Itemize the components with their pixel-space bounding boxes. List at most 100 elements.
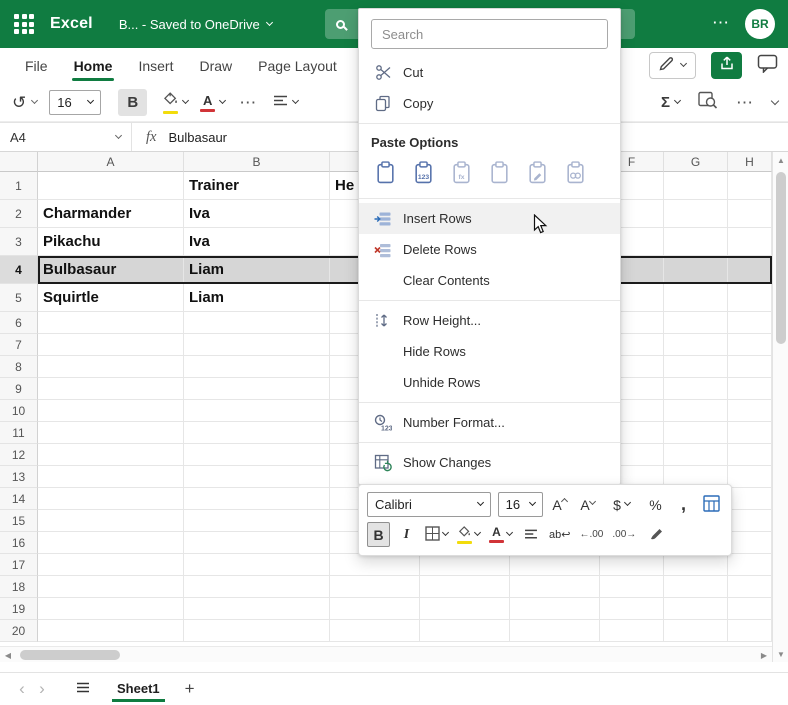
cell-A18[interactable] [38,576,184,598]
tab-draw[interactable]: Draw [186,48,245,84]
cell-G11[interactable] [664,422,728,444]
cell-H13[interactable] [728,466,772,488]
prev-sheet-icon[interactable]: ‹ [12,679,32,699]
cell-G19[interactable] [664,598,728,620]
menu-search-input[interactable] [371,19,608,49]
cell-D18[interactable] [420,576,510,598]
horizontal-scroll-thumb[interactable] [20,650,120,660]
cell-C17[interactable] [330,554,420,576]
cell-G9[interactable] [664,378,728,400]
mini-align-button[interactable] [519,522,542,547]
row-header-9[interactable]: 9 [0,378,38,400]
cell-H4[interactable] [728,256,772,284]
cell-H16[interactable] [728,532,772,554]
cell-G5[interactable] [664,284,728,312]
cell-B20[interactable] [184,620,330,642]
font-size-select[interactable]: 16 [49,90,101,115]
cell-A6[interactable] [38,312,184,334]
row-header-14[interactable]: 14 [0,488,38,510]
cell-A15[interactable] [38,510,184,532]
document-title[interactable]: B... - Saved to OneDrive [119,17,272,32]
paste-link-icon[interactable] [561,158,590,187]
menu-item-row-height[interactable]: Row Height... [359,305,620,336]
menu-item-number-format[interactable]: 123Number Format... [359,407,620,438]
mini-italic-button[interactable]: I [395,522,418,547]
cell-H15[interactable] [728,510,772,532]
cell-H7[interactable] [728,334,772,356]
cell-G7[interactable] [664,334,728,356]
formula-input[interactable]: Bulbasaur [168,130,227,145]
tab-file[interactable]: File [12,48,61,84]
avatar[interactable]: BR [745,9,775,39]
cell-B13[interactable] [184,466,330,488]
cell-B2[interactable]: Iva [184,200,330,228]
cell-H5[interactable] [728,284,772,312]
all-sheets-button[interactable] [76,680,90,698]
cell-A17[interactable] [38,554,184,576]
next-sheet-icon[interactable]: › [32,679,52,699]
cell-H1[interactable] [728,172,772,200]
app-launcher-icon[interactable] [14,14,34,34]
row-header-4[interactable]: 4 [0,256,38,284]
cell-H8[interactable] [728,356,772,378]
autosum-button[interactable]: Σ [661,94,680,111]
scroll-up-icon[interactable]: ▲ [773,152,788,168]
cell-B4[interactable]: Liam [184,256,330,284]
percent-format-button[interactable]: % [644,492,667,517]
menu-item-copy[interactable]: Copy [359,88,620,119]
cell-B14[interactable] [184,488,330,510]
topbar-more-options-icon[interactable]: ⋯ [712,13,730,33]
menu-item-clear-contents[interactable]: Clear Contents [359,265,620,296]
cell-A3[interactable]: Pikachu [38,228,184,256]
cell-H14[interactable] [728,488,772,510]
cell-A9[interactable] [38,378,184,400]
toolbar-more-button[interactable]: ⋯ [239,93,257,113]
scroll-down-icon[interactable]: ▼ [773,646,788,662]
cell-A2[interactable]: Charmander [38,200,184,228]
cell-H6[interactable] [728,312,772,334]
cell-F19[interactable] [600,598,664,620]
bold-button[interactable]: B [118,89,147,116]
menu-item-cut[interactable]: Cut [359,57,620,88]
font-name-select[interactable]: Calibri [367,492,491,517]
row-header-12[interactable]: 12 [0,444,38,466]
toolbar-overflow-button[interactable]: ⋯ [736,93,754,113]
comments-button[interactable] [757,54,778,78]
cell-A12[interactable] [38,444,184,466]
cell-G4[interactable] [664,256,728,284]
select-all-corner[interactable] [0,152,38,172]
cell-B12[interactable] [184,444,330,466]
cell-A4[interactable]: Bulbasaur [38,256,184,284]
row-header-2[interactable]: 2 [0,200,38,228]
grow-font-button[interactable]: A [548,492,571,517]
cell-G17[interactable] [664,554,728,576]
currency-format-button[interactable]: $ [610,492,633,517]
cell-A20[interactable] [38,620,184,642]
row-header-16[interactable]: 16 [0,532,38,554]
row-header-11[interactable]: 11 [0,422,38,444]
cell-B11[interactable] [184,422,330,444]
cell-H20[interactable] [728,620,772,642]
font-color-button[interactable]: A [200,94,225,112]
menu-item-hide-rows[interactable]: Hide Rows [359,336,620,367]
scroll-left-icon[interactable]: ◀ [0,647,16,663]
cell-B15[interactable] [184,510,330,532]
share-button[interactable] [711,52,742,79]
vertical-scroll-thumb[interactable] [776,172,786,344]
cell-B6[interactable] [184,312,330,334]
row-header-6[interactable]: 6 [0,312,38,334]
mini-bold-button[interactable]: B [367,522,390,547]
row-header-1[interactable]: 1 [0,172,38,200]
cell-G8[interactable] [664,356,728,378]
cell-D17[interactable] [420,554,510,576]
cell-A8[interactable] [38,356,184,378]
cell-B1[interactable]: Trainer [184,172,330,200]
menu-item-delete-rows[interactable]: Delete Rows [359,234,620,265]
align-button[interactable] [273,94,298,112]
mini-font-size-select[interactable]: 16 [498,492,543,517]
paste-formulas-icon[interactable]: fx [447,158,476,187]
cell-G12[interactable] [664,444,728,466]
col-header-A[interactable]: A [38,152,184,172]
row-header-13[interactable]: 13 [0,466,38,488]
cell-C20[interactable] [330,620,420,642]
